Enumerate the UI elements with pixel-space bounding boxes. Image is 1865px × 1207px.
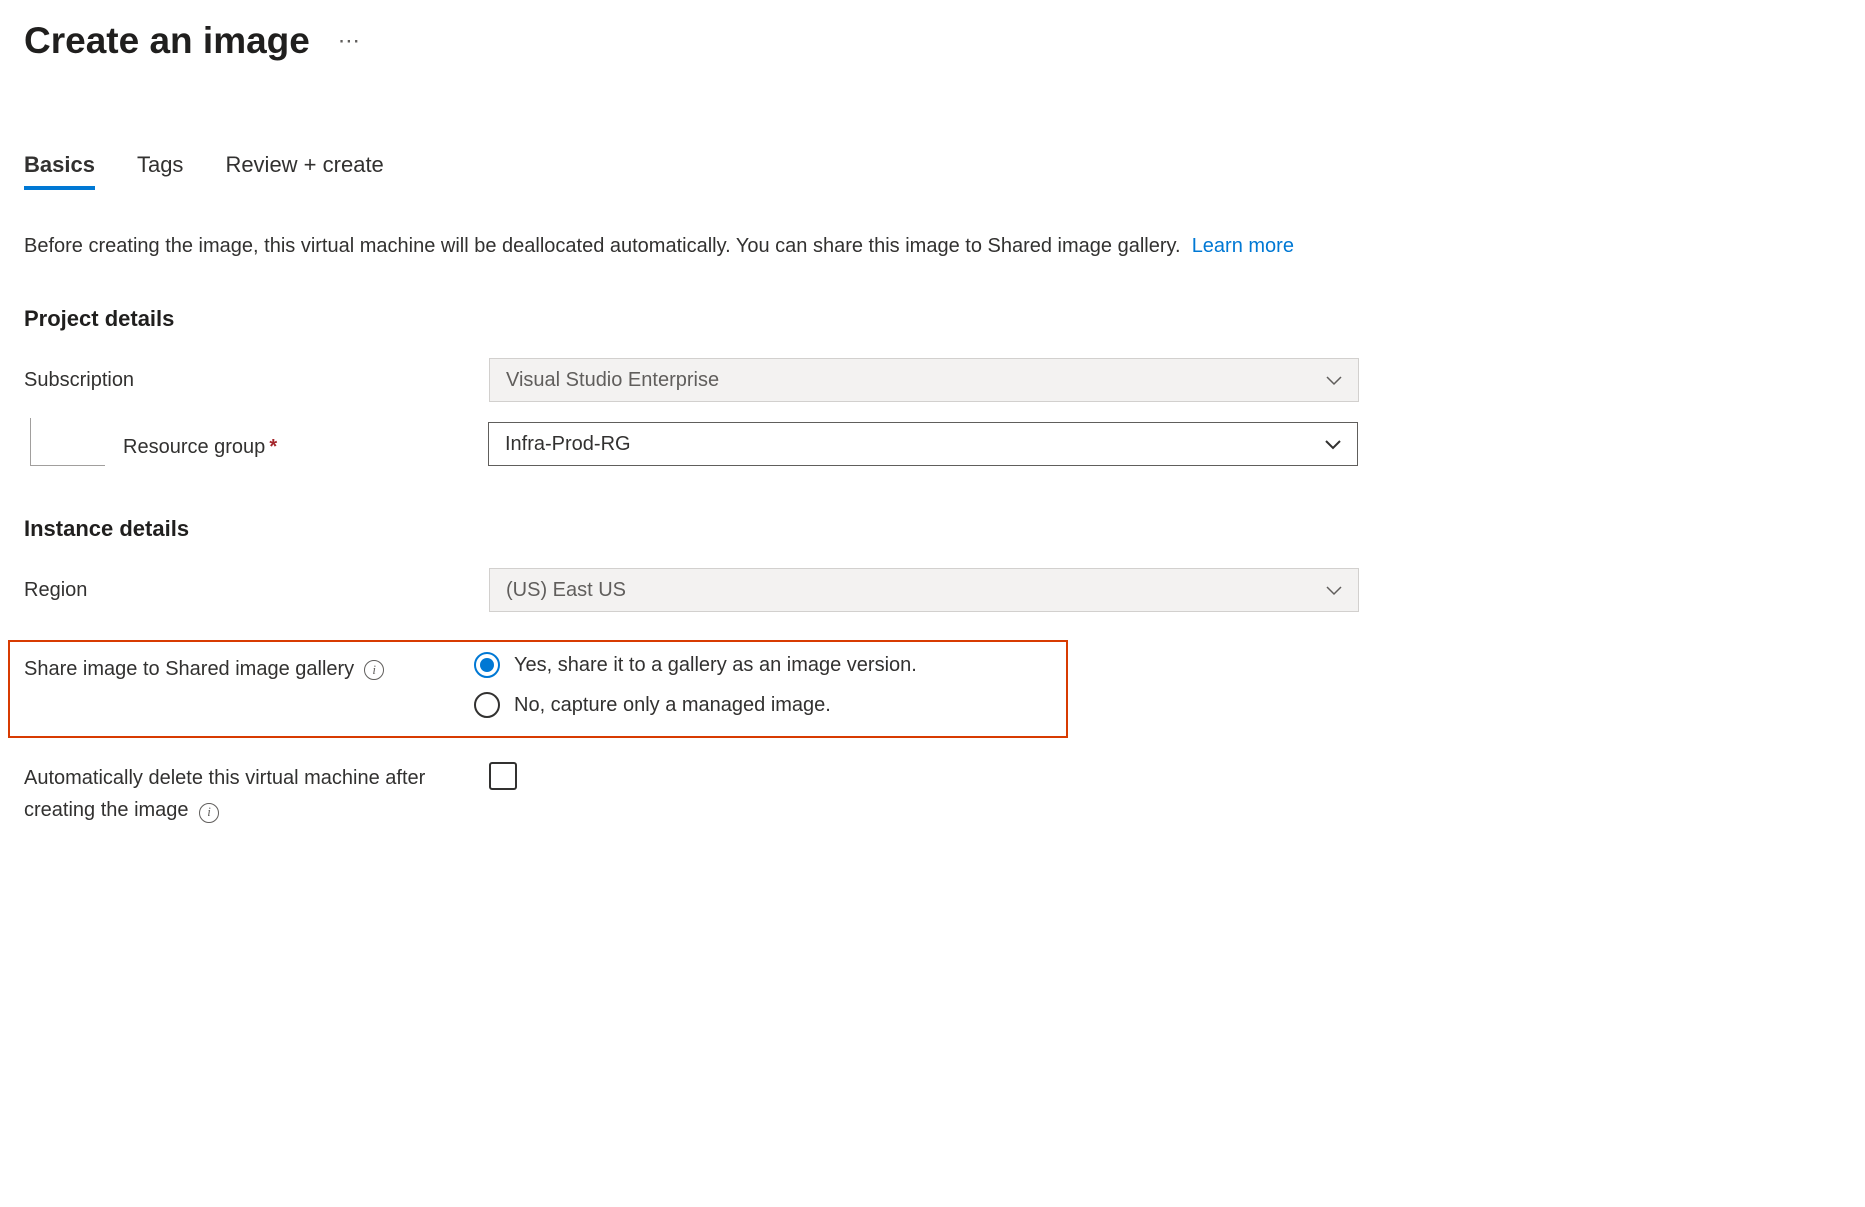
learn-more-link[interactable]: Learn more <box>1192 235 1294 257</box>
region-value: (US) East US <box>506 579 626 602</box>
subscription-label: Subscription <box>24 369 134 392</box>
radio-no-text: No, capture only a managed image. <box>514 694 831 717</box>
radio-share-no[interactable]: No, capture only a managed image. <box>474 692 917 718</box>
radio-circle-selected <box>474 652 500 678</box>
chevron-down-icon <box>1325 433 1341 456</box>
section-title-project: Project details <box>24 306 1841 332</box>
subscription-dropdown[interactable]: Visual Studio Enterprise <box>489 358 1359 402</box>
tree-connector <box>30 418 105 466</box>
tab-tags[interactable]: Tags <box>137 152 183 190</box>
resource-group-value: Infra-Prod-RG <box>505 433 631 456</box>
auto-delete-checkbox[interactable] <box>489 762 517 790</box>
chevron-down-icon <box>1326 579 1342 602</box>
chevron-down-icon <box>1326 369 1342 392</box>
share-image-label: Share image to Shared image gallery <box>24 658 354 681</box>
info-icon[interactable]: i <box>199 803 219 823</box>
more-icon[interactable]: ⋯ <box>338 28 362 54</box>
tab-basics[interactable]: Basics <box>24 152 95 190</box>
region-dropdown[interactable]: (US) East US <box>489 568 1359 612</box>
radio-yes-text: Yes, share it to a gallery as an image v… <box>514 654 917 677</box>
region-label: Region <box>24 579 87 602</box>
radio-circle <box>474 692 500 718</box>
section-title-instance: Instance details <box>24 516 1841 542</box>
auto-delete-label: Automatically delete this virtual machin… <box>24 767 425 821</box>
subscription-value: Visual Studio Enterprise <box>506 369 719 392</box>
tabs: Basics Tags Review + create <box>24 152 1841 190</box>
instance-details-section: Instance details Region (US) East US Sha… <box>24 516 1841 827</box>
info-icon[interactable]: i <box>364 660 384 680</box>
resource-group-dropdown[interactable]: Infra-Prod-RG <box>488 422 1358 466</box>
radio-dot <box>480 658 494 672</box>
share-image-highlight: Share image to Shared image gallery i Ye… <box>8 640 1068 738</box>
radio-share-yes[interactable]: Yes, share it to a gallery as an image v… <box>474 652 917 678</box>
tab-review-create[interactable]: Review + create <box>225 152 383 190</box>
project-details-section: Project details Subscription Visual Stud… <box>24 306 1841 466</box>
resource-group-label: Resource group* <box>123 436 277 458</box>
description-text: Before creating the image, this virtual … <box>24 230 1354 262</box>
required-indicator: * <box>269 436 277 458</box>
page-title: Create an image <box>24 20 310 62</box>
